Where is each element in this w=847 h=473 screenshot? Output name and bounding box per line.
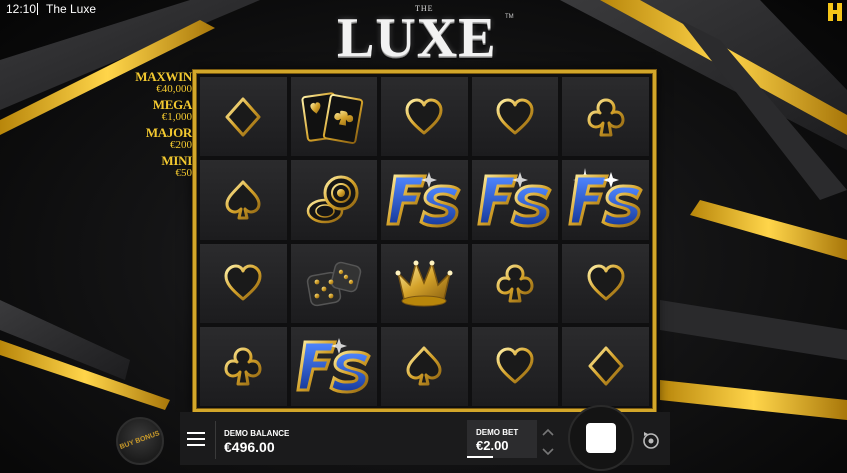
reel-cell — [562, 160, 649, 240]
clock: 12:10 — [6, 2, 37, 16]
jackpot-name: MAXWIN — [135, 69, 192, 84]
jackpot-mega: MEGA €1,000 — [134, 97, 193, 123]
reel-cell — [471, 160, 559, 240]
club-icon — [221, 344, 265, 388]
jackpot-value: €50 — [175, 167, 193, 179]
bet-value: €2.00 — [476, 438, 509, 453]
free-spins-icon — [567, 167, 645, 232]
reel-cell — [381, 160, 468, 240]
jackpot-maxwin: MAXWIN €40,000 — [134, 70, 192, 95]
app-title: The Luxe — [46, 2, 97, 16]
spade-icon — [402, 344, 446, 388]
reel-cell — [290, 160, 378, 240]
bet-label: DEMO BET — [476, 428, 519, 437]
free-spins-icon — [476, 168, 554, 232]
reel-cell — [381, 326, 468, 406]
reel-cell — [562, 326, 649, 406]
reel-cell — [471, 77, 559, 157]
jackpot-name: MEGA — [152, 97, 193, 112]
panel-divider — [215, 421, 216, 459]
buy-bonus-label: BUY BONUS — [118, 430, 161, 451]
jackpot-value: €200 — [170, 139, 192, 151]
jackpot-value: €40,000 — [156, 83, 192, 95]
balance-label: DEMO BALANCE — [224, 429, 290, 438]
status-bar: 12:10 The Luxe — [0, 0, 847, 18]
hamburger-menu-icon[interactable] — [187, 432, 205, 446]
reel-cell — [562, 243, 649, 323]
jackpot-major: MAJOR €200 — [134, 126, 192, 151]
bet-arrows-icon[interactable] — [540, 424, 556, 460]
reel-cell — [471, 243, 559, 323]
provider-logo-icon — [828, 3, 842, 21]
jackpot-list: MAXWIN €40,000 MEGA €1,000 MAJOR €200 MI… — [134, 70, 192, 182]
club-icon — [584, 95, 628, 139]
heart-icon — [493, 95, 537, 139]
spin-button[interactable] — [568, 405, 634, 471]
diamond-icon — [584, 344, 628, 388]
balance-value: €496.00 — [224, 439, 275, 455]
buy-bonus-button[interactable]: BUY BONUS — [116, 417, 164, 465]
jackpot-name: MAJOR — [145, 125, 192, 140]
reel-cell — [200, 77, 287, 157]
reel-cell — [381, 77, 468, 157]
reel-frame — [193, 70, 656, 412]
reel-cell — [290, 243, 378, 323]
reel-cell — [200, 160, 287, 240]
reel-cell — [381, 243, 468, 323]
heart-icon — [402, 95, 446, 139]
jackpot-mini: MINI €50 — [134, 154, 192, 179]
jackpot-value: €1,000 — [161, 111, 192, 123]
spin-stop-icon — [586, 423, 616, 453]
crown-icon — [392, 255, 456, 311]
autoplay-icon[interactable] — [640, 430, 662, 452]
playing-cards-icon — [301, 89, 367, 145]
club-icon — [493, 261, 537, 305]
free-spins-icon — [385, 168, 463, 232]
reel-cell — [200, 326, 287, 406]
reel-cell — [200, 243, 287, 323]
reel-cell — [471, 326, 559, 406]
reel-grid — [200, 77, 649, 406]
poker-chips-icon — [303, 171, 365, 229]
reel-cell — [290, 77, 378, 157]
reel-cell — [290, 326, 378, 406]
reel-cell — [562, 77, 649, 157]
diamond-icon — [221, 95, 265, 139]
heart-icon — [221, 261, 265, 305]
spade-icon — [221, 178, 265, 222]
free-spins-icon — [295, 334, 373, 398]
heart-icon — [584, 261, 628, 305]
status-separator — [37, 3, 38, 15]
jackpot-name: MINI — [161, 153, 192, 168]
dice-icon — [303, 254, 365, 312]
bet-underline — [467, 456, 493, 458]
heart-icon — [493, 344, 537, 388]
